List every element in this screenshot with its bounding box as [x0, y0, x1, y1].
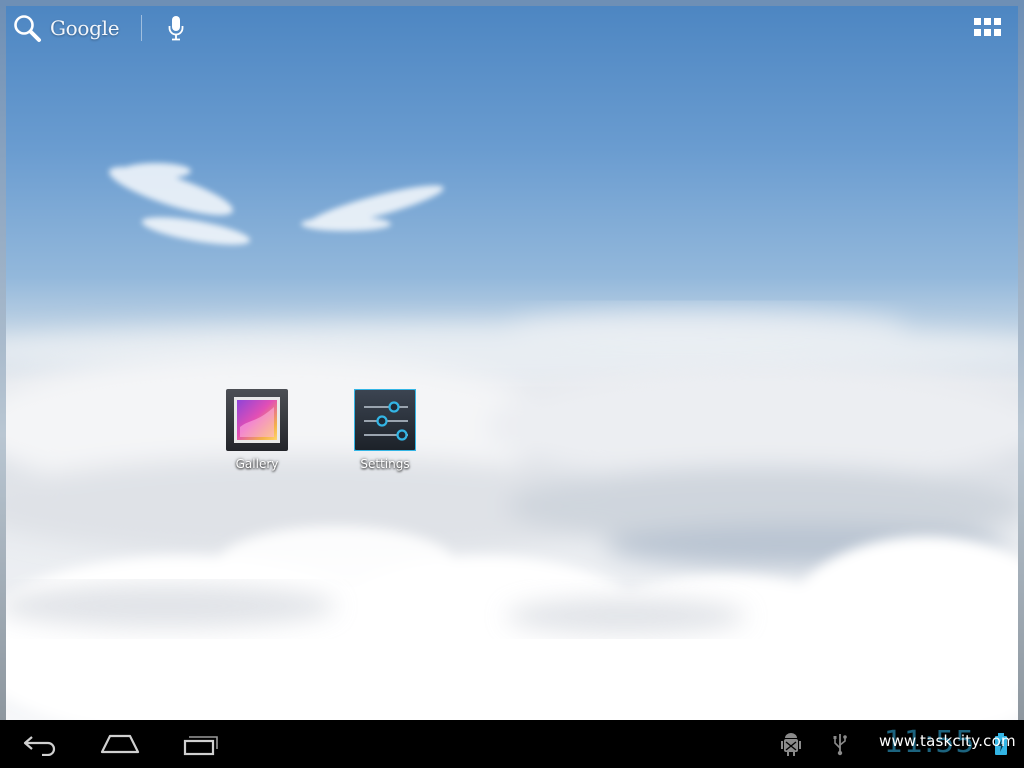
wallpaper-clouds	[6, 163, 1018, 720]
cloud-wallpaper	[0, 0, 1024, 720]
watermark-text: www.taskcity.com	[879, 732, 1016, 750]
search-divider	[141, 15, 143, 41]
google-search-bar[interactable]: Google	[12, 12, 184, 44]
app-settings[interactable]: Settings	[340, 389, 430, 471]
app-label: Gallery	[235, 457, 279, 471]
settings-sliders-icon[interactable]	[354, 389, 416, 451]
recent-apps-icon[interactable]	[182, 732, 220, 756]
gallery-icon[interactable]	[226, 389, 288, 451]
home-icon[interactable]	[100, 732, 140, 756]
system-navigation-bar	[0, 720, 1024, 768]
back-icon[interactable]	[22, 732, 58, 756]
microphone-icon[interactable]	[168, 15, 184, 41]
usb-icon	[833, 734, 847, 756]
home-screen: Google Gallery Settings 11:55 www.taskci…	[0, 0, 1024, 768]
all-apps-grid-icon[interactable]	[974, 18, 1002, 38]
google-brand-label[interactable]: Google	[50, 16, 120, 40]
android-debug-icon	[781, 733, 801, 756]
search-icon[interactable]	[12, 13, 42, 43]
app-gallery[interactable]: Gallery	[212, 389, 302, 471]
app-label: Settings	[360, 457, 410, 471]
